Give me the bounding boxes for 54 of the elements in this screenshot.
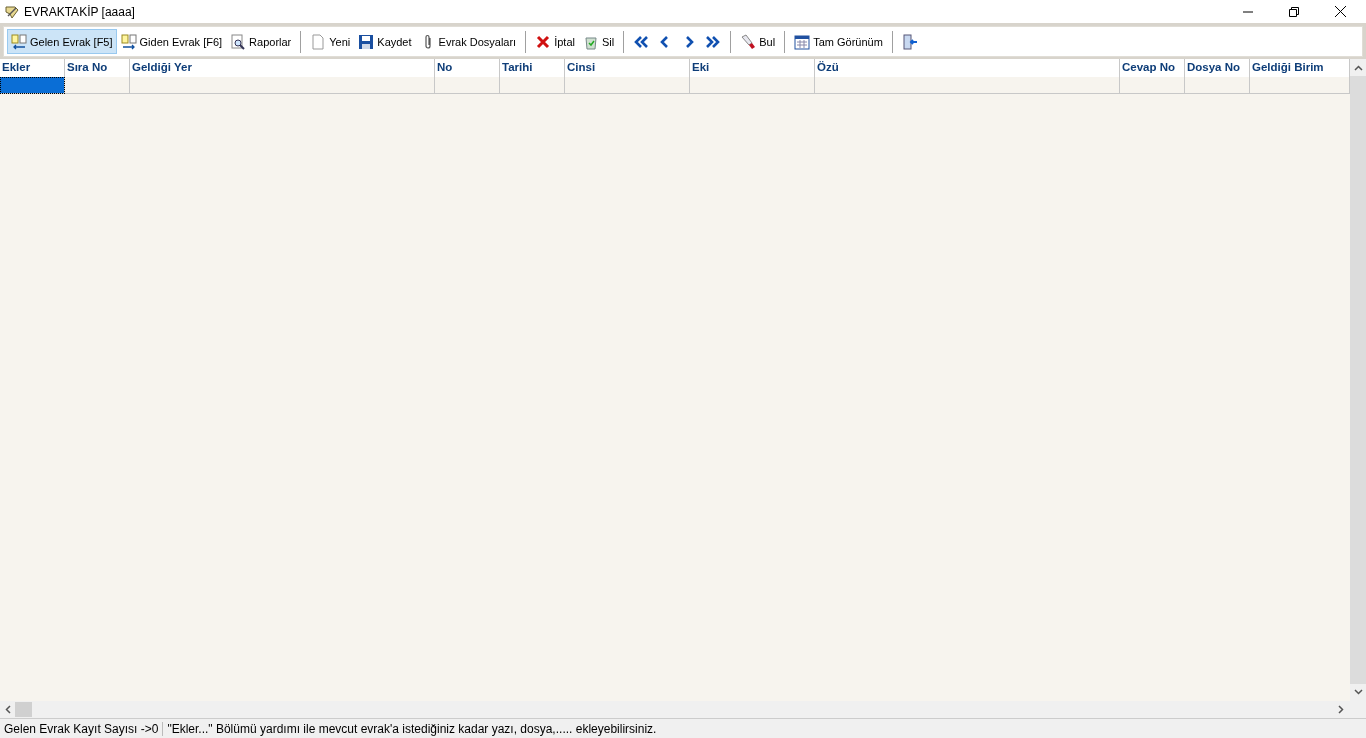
table-cell[interactable] xyxy=(130,77,435,94)
calendar-icon xyxy=(794,33,811,50)
cancel-button[interactable]: İptal xyxy=(531,29,579,54)
table-cell[interactable] xyxy=(1185,77,1250,94)
outgoing-button[interactable]: Giden Evrak [F6] xyxy=(116,29,227,54)
table-cell[interactable] xyxy=(1120,77,1185,94)
column-header[interactable]: Dosya No xyxy=(1185,59,1250,77)
save-icon xyxy=(358,33,375,50)
table-cell[interactable] xyxy=(500,77,565,94)
column-header[interactable]: Cinsi xyxy=(565,59,690,77)
exit-door-icon xyxy=(901,33,918,50)
column-header[interactable]: No xyxy=(435,59,500,77)
window-title: EVRAKTAKİP [aaaa] xyxy=(24,4,135,19)
incoming-button[interactable]: Gelen Evrak [F5] xyxy=(7,29,117,54)
reports-button[interactable]: Raporlar xyxy=(226,29,296,54)
scroll-left-icon[interactable] xyxy=(5,705,11,714)
table-cell[interactable] xyxy=(815,77,1120,94)
column-header[interactable]: Ekler xyxy=(0,59,65,77)
table-cell[interactable] xyxy=(0,77,65,94)
flashlight-icon xyxy=(740,33,757,50)
attachments-button[interactable]: Evrak Dosyaları xyxy=(415,29,521,54)
magnifier-document-icon xyxy=(230,33,247,50)
table-cell[interactable] xyxy=(690,77,815,94)
scroll-down-icon[interactable] xyxy=(1353,689,1363,695)
horizontal-scrollbar[interactable] xyxy=(0,701,1366,719)
table-cell[interactable] xyxy=(565,77,690,94)
restore-icon[interactable] xyxy=(1289,6,1299,17)
documents-arrow-icon xyxy=(120,33,137,50)
column-header[interactable]: Geldiği Yer xyxy=(130,59,435,77)
column-header[interactable]: Cevap No xyxy=(1120,59,1185,77)
scroll-thumb[interactable] xyxy=(15,702,32,717)
status-text: "Ekler..." Bölümü yardımı ile mevcut evrak'a istediğiniz kadar yazı, dosya,..... ekleyebilirsiniz. xyxy=(166,721,658,736)
double-right-chevron-icon xyxy=(705,33,722,50)
column-header[interactable]: Tarihi xyxy=(500,59,565,77)
column-header[interactable]: Eki xyxy=(690,59,815,77)
double-left-chevron-icon xyxy=(633,33,650,50)
document-icon xyxy=(310,33,327,50)
save-button[interactable]: Kaydet xyxy=(354,29,416,54)
scroll-right-icon[interactable] xyxy=(1338,705,1344,714)
table-cell[interactable] xyxy=(435,77,500,94)
status-text: Gelen Evrak Kayıt Sayısı ->0 xyxy=(0,721,164,736)
cross-icon xyxy=(535,33,552,50)
delete-button[interactable]: Sil xyxy=(579,29,619,54)
close-icon[interactable] xyxy=(1335,6,1346,17)
column-header[interactable]: Geldiği Birim xyxy=(1250,59,1350,77)
documents-arrow-icon xyxy=(11,33,27,50)
app-icon xyxy=(4,3,20,20)
column-header[interactable]: Özü xyxy=(815,59,1120,77)
full-view-button[interactable]: Tam Görünüm xyxy=(790,29,887,54)
new-button[interactable]: Yeni xyxy=(306,29,355,54)
column-header[interactable]: Sıra No xyxy=(65,59,130,77)
table-cell[interactable] xyxy=(65,77,130,94)
scroll-up-icon[interactable] xyxy=(1353,65,1363,71)
find-button[interactable]: Bul xyxy=(736,29,780,54)
